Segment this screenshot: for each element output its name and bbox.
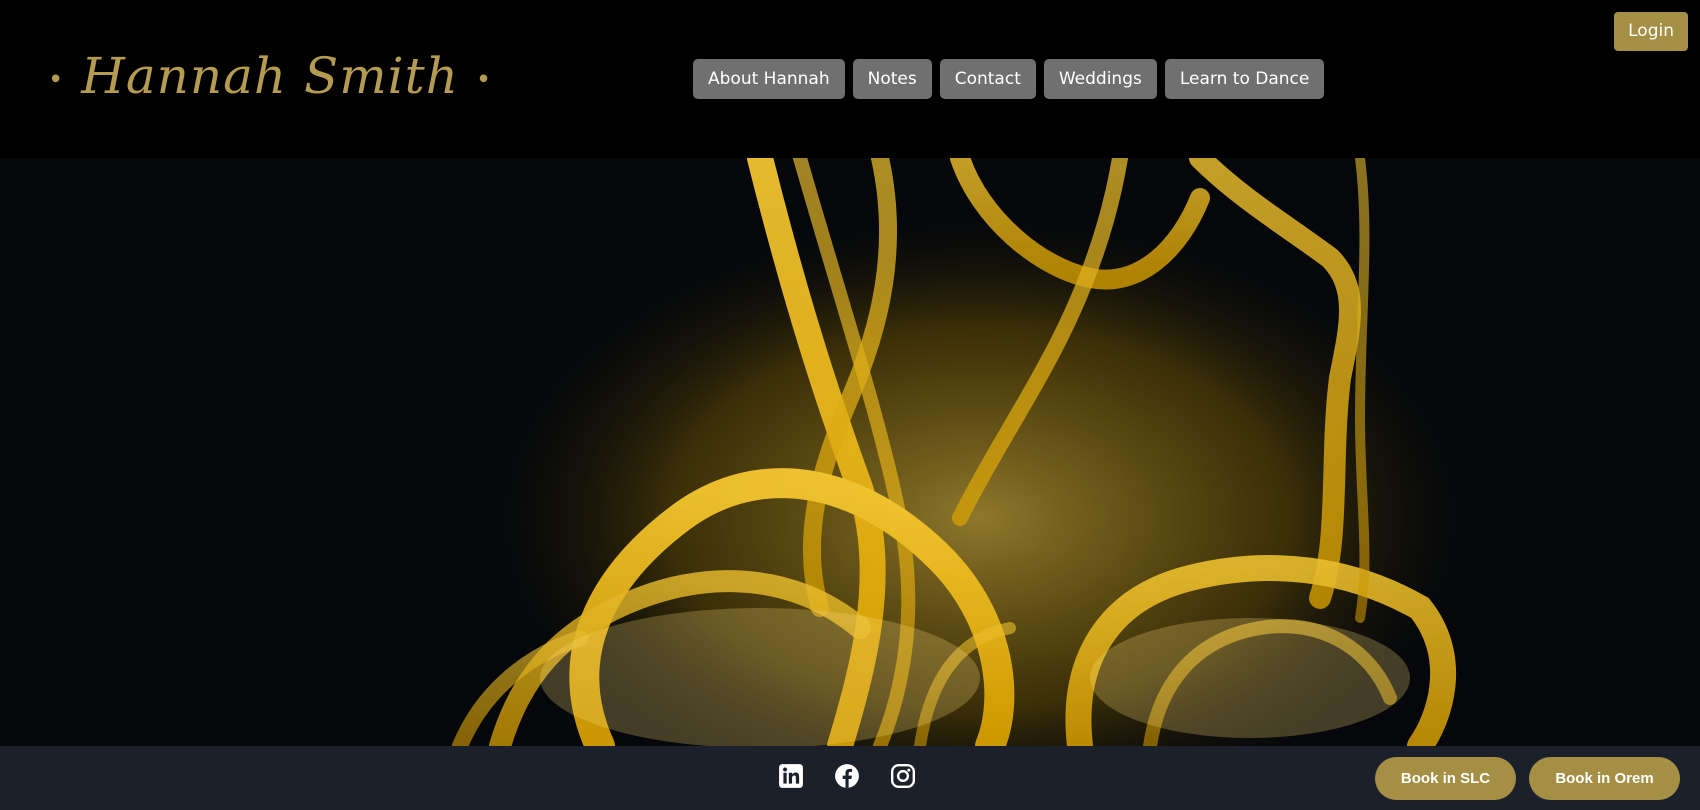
logo-text: Hannah Smith [81, 47, 459, 105]
golden-smoke-illustration [452, 158, 1500, 746]
login-button[interactable]: Login [1614, 12, 1688, 51]
main-nav: About Hannah Notes Contact Weddings Lear… [693, 59, 1325, 99]
facebook-icon[interactable] [834, 763, 860, 789]
nav-contact[interactable]: Contact [939, 59, 1036, 99]
logo-dot-right: • [475, 65, 493, 95]
instagram-icon[interactable] [890, 763, 916, 789]
site-footer: Book in SLC Book in Orem [0, 746, 1700, 810]
book-orem-button[interactable]: Book in Orem [1529, 757, 1680, 800]
site-header: • Hannah Smith • About Hannah Notes Cont… [0, 0, 1700, 158]
nav-about-hannah[interactable]: About Hannah [693, 59, 845, 99]
book-slc-button[interactable]: Book in SLC [1375, 757, 1516, 800]
hero-image [0, 158, 1700, 746]
nav-learn-to-dance[interactable]: Learn to Dance [1164, 59, 1325, 99]
linkedin-icon[interactable] [778, 763, 804, 789]
nav-notes[interactable]: Notes [852, 59, 932, 99]
nav-weddings[interactable]: Weddings [1043, 59, 1157, 99]
social-links [778, 763, 916, 789]
site-logo[interactable]: • Hannah Smith • [48, 36, 492, 116]
logo-dot-left: • [48, 65, 65, 95]
